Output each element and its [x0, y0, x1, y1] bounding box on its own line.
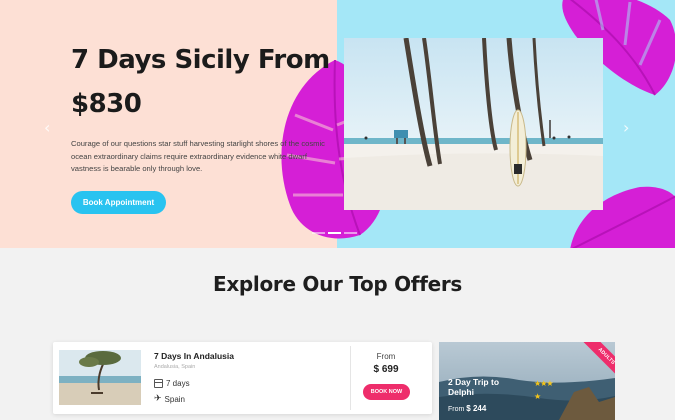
plane-icon: ✈	[154, 394, 162, 404]
slider-dot-active[interactable]	[328, 232, 341, 234]
price-from-label: From	[376, 352, 396, 361]
book-now-button[interactable]: BOOK NOW	[363, 384, 410, 400]
book-appointment-button[interactable]: Book Appointment	[71, 191, 166, 214]
slider-dot[interactable]	[312, 232, 325, 234]
slider-dots	[312, 232, 357, 234]
offer-price: $ 699	[373, 364, 399, 375]
offer-title[interactable]: 2 Day Trip to Delphi	[448, 377, 523, 397]
offer-destination-label: Spain	[164, 394, 186, 404]
chevron-left-icon[interactable]: ‹	[44, 118, 50, 137]
offer-thumbnail	[59, 350, 141, 405]
chevron-right-icon[interactable]: ›	[623, 118, 629, 137]
offer-card[interactable]: ADULTS ONLY 2 Day Trip to Delphi ★★★ ★ F…	[439, 342, 615, 420]
hero-slider: 7 Days Sicily From $830 Courage of our q…	[0, 0, 675, 248]
hero-beach-photo	[344, 38, 603, 210]
calendar-icon	[154, 379, 163, 388]
rating-star: ★	[534, 392, 542, 401]
offer-location: Andalusia, Spain	[154, 364, 196, 370]
offer-price: From $ 244	[448, 404, 486, 413]
card-divider	[350, 346, 351, 410]
hero-description: Courage of our questions star stuff harv…	[71, 139, 325, 174]
hero-title: 7 Days Sicily From $830	[71, 45, 330, 119]
section-title: Explore Our Top Offers	[212, 272, 463, 296]
rating-stars: ★★★	[534, 379, 553, 388]
slider-dot[interactable]	[344, 232, 357, 234]
offer-duration-label: 7 days	[166, 379, 190, 388]
offer-title[interactable]: 7 Days In Andalusia	[154, 351, 234, 361]
price-value: $ 244	[466, 404, 487, 413]
offer-destination: ✈ Spain	[154, 394, 185, 404]
offer-duration: 7 days	[154, 379, 190, 388]
price-from-label: From	[448, 406, 465, 413]
offer-card[interactable]: 7 Days In Andalusia Andalusia, Spain 7 d…	[53, 342, 432, 414]
